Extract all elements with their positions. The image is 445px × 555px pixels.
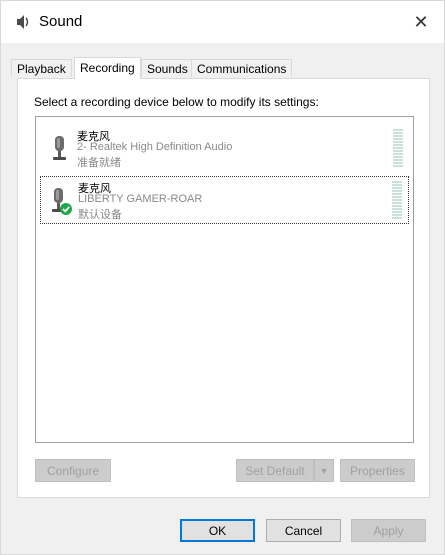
device-status: 准备就绪 bbox=[77, 157, 121, 169]
tab-communications[interactable]: Communications bbox=[191, 59, 293, 77]
close-button[interactable]: ✕ bbox=[398, 1, 444, 43]
tab-recording[interactable]: Recording bbox=[74, 57, 141, 79]
properties-button[interactable]: Properties bbox=[340, 459, 415, 482]
set-default-dropdown[interactable]: ▼ bbox=[314, 459, 334, 482]
chevron-down-icon: ▼ bbox=[319, 465, 329, 476]
cancel-button[interactable]: Cancel bbox=[266, 519, 341, 542]
level-meter bbox=[392, 181, 402, 219]
apply-button[interactable]: Apply bbox=[351, 519, 426, 542]
set-default-button[interactable]: Set Default bbox=[236, 459, 314, 482]
tab-playback[interactable]: Playback bbox=[11, 59, 72, 77]
level-meter bbox=[393, 129, 403, 167]
speaker-icon bbox=[17, 15, 29, 29]
instruction-text: Select a recording device below to modif… bbox=[34, 95, 319, 109]
recording-panel: Select a recording device below to modif… bbox=[17, 78, 430, 498]
device-description: 2- Realtek High Definition Audio bbox=[77, 141, 233, 153]
tab-sounds[interactable]: Sounds bbox=[141, 59, 194, 77]
microphone-default-icon bbox=[52, 188, 72, 215]
ok-button[interactable]: OK bbox=[180, 519, 255, 542]
device-description: LIBERTY GAMER-ROAR bbox=[78, 193, 203, 205]
device-item-realtek[interactable]: 麦克风 2- Realtek High Definition Audio 准备就… bbox=[40, 125, 409, 173]
sound-dialog: Sound ✕ Playback Recording Sounds Commun… bbox=[0, 0, 445, 555]
title-bar: Sound ✕ bbox=[1, 1, 444, 43]
configure-button[interactable]: Configure bbox=[35, 459, 111, 482]
device-status: 默认设备 bbox=[78, 209, 122, 221]
microphone-icon bbox=[53, 136, 66, 160]
close-icon: ✕ bbox=[413, 11, 429, 32]
device-list[interactable]: 麦克风 2- Realtek High Definition Audio 准备就… bbox=[35, 116, 414, 443]
device-item-liberty[interactable]: 麦克风 LIBERTY GAMER-ROAR 默认设备 bbox=[40, 176, 409, 224]
window-title: Sound bbox=[39, 13, 83, 30]
